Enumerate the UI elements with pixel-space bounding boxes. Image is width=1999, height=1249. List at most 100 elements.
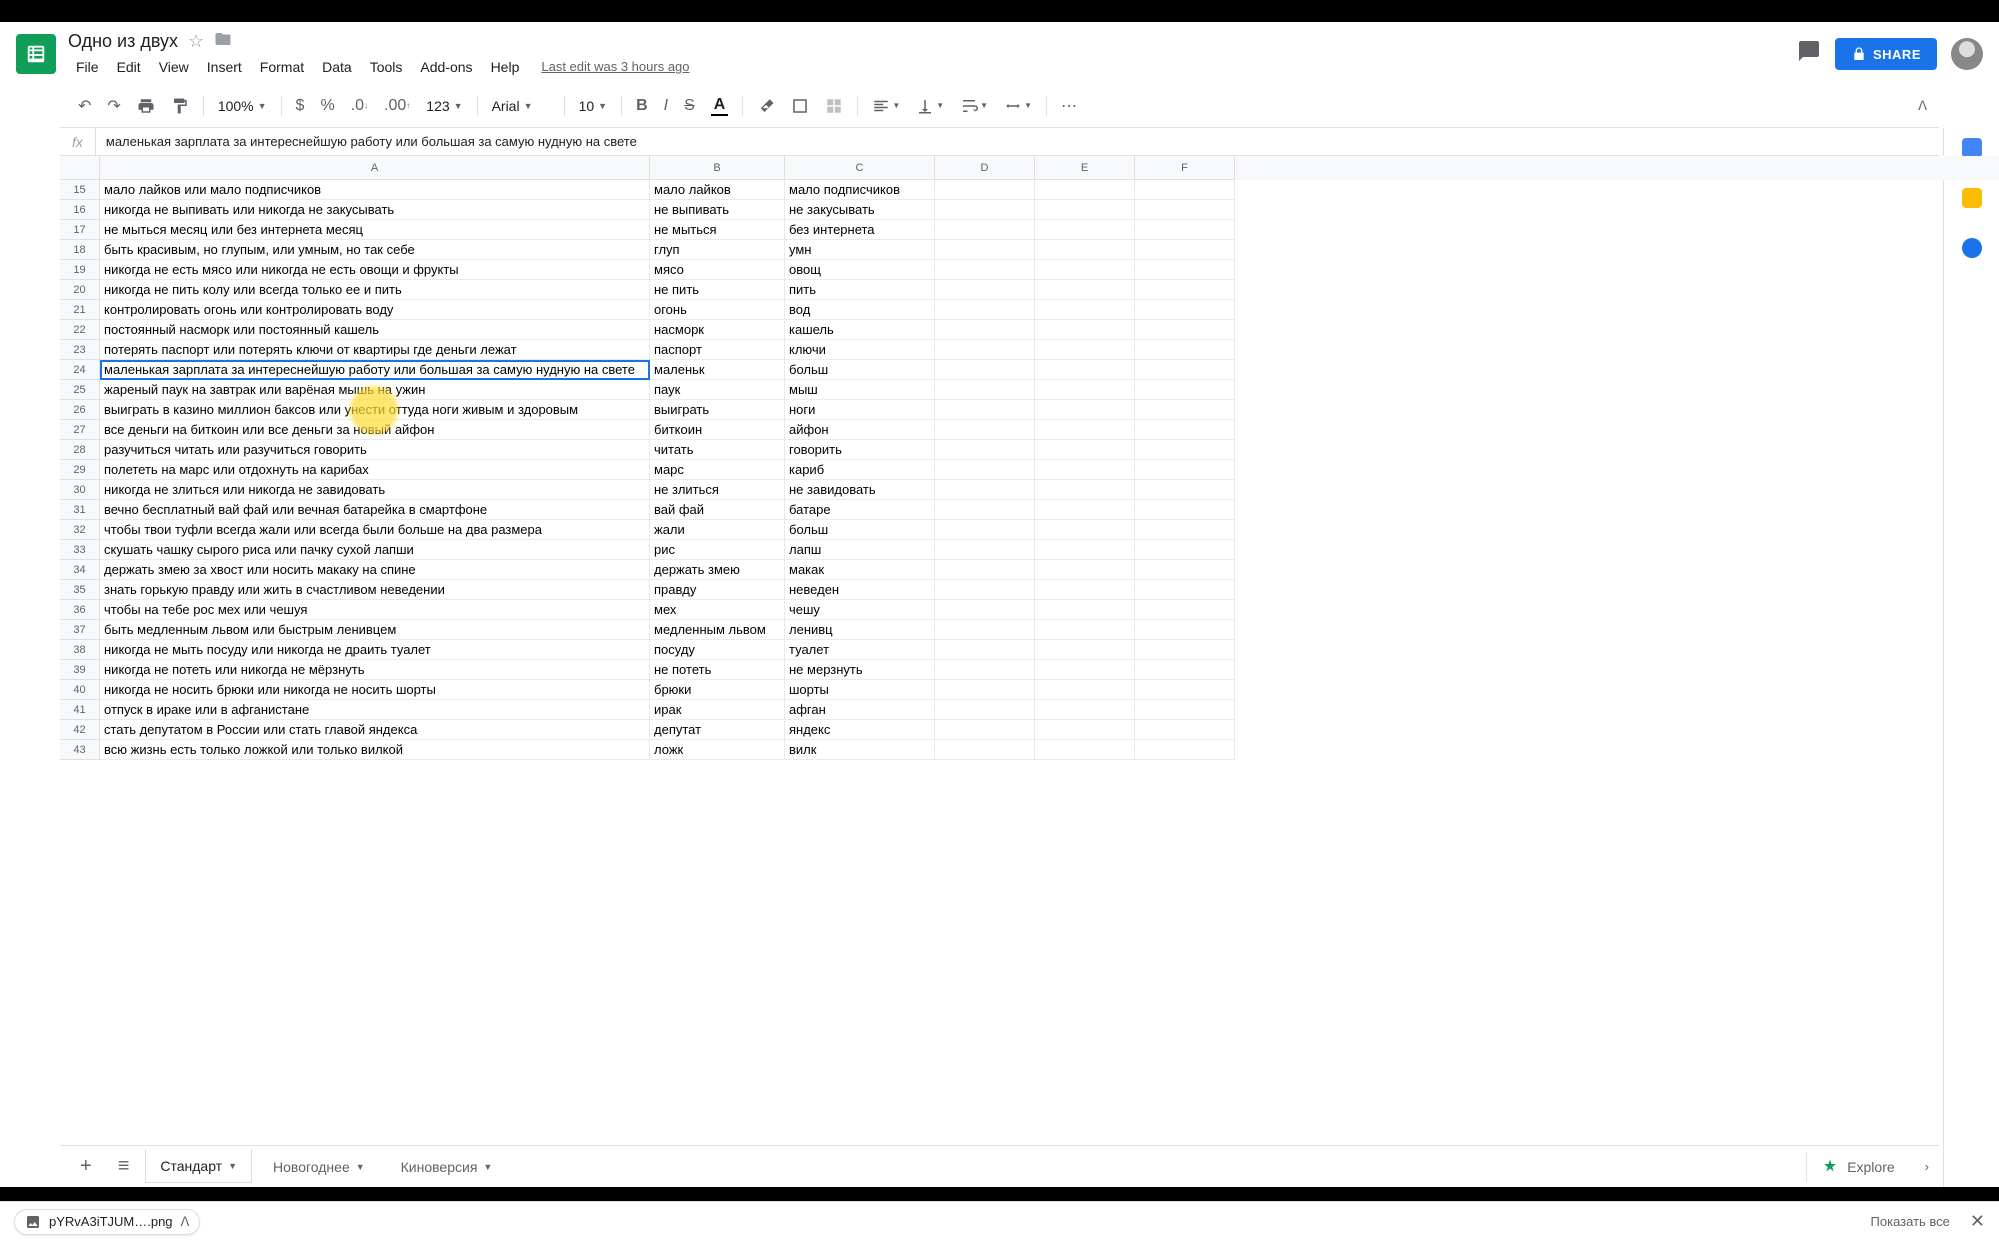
cell[interactable] (1035, 660, 1135, 680)
cell[interactable]: ложк (650, 740, 785, 760)
cell[interactable] (1035, 300, 1135, 320)
row-header[interactable]: 37 (60, 620, 100, 640)
cell[interactable] (935, 560, 1035, 580)
cell[interactable] (935, 340, 1035, 360)
row-header[interactable]: 20 (60, 280, 100, 300)
row-header[interactable]: 18 (60, 240, 100, 260)
row-header[interactable]: 27 (60, 420, 100, 440)
cell[interactable] (1135, 680, 1235, 700)
cell[interactable] (935, 540, 1035, 560)
menu-file[interactable]: File (68, 55, 107, 79)
cell[interactable]: выиграть (650, 400, 785, 420)
cell[interactable]: всю жизнь есть только ложкой или только … (100, 740, 650, 760)
cell[interactable] (1135, 420, 1235, 440)
cell[interactable] (1035, 700, 1135, 720)
cell[interactable]: жали (650, 520, 785, 540)
cell[interactable]: знать горькую правду или жить в счастлив… (100, 580, 650, 600)
cell[interactable]: все деньги на биткоин или все деньги за … (100, 420, 650, 440)
collapse-toolbar-icon[interactable]: ᐱ (1918, 98, 1927, 114)
row-header[interactable]: 36 (60, 600, 100, 620)
cell[interactable] (1035, 600, 1135, 620)
cell[interactable] (1135, 220, 1235, 240)
cell[interactable]: яндекс (785, 720, 935, 740)
col-header-B[interactable]: B (650, 156, 785, 180)
cell[interactable] (935, 260, 1035, 280)
cell[interactable]: мало лайков (650, 180, 785, 200)
cell[interactable] (935, 660, 1035, 680)
cell[interactable]: пить (785, 280, 935, 300)
cell[interactable] (935, 580, 1035, 600)
cell[interactable] (1135, 300, 1235, 320)
cell[interactable]: не мыться месяц или без интернета месяц (100, 220, 650, 240)
cell[interactable]: стать депутатом в России или стать главо… (100, 720, 650, 740)
cell[interactable]: ирак (650, 700, 785, 720)
cell[interactable]: держать змею (650, 560, 785, 580)
percent-icon[interactable]: % (314, 93, 340, 119)
calendar-icon[interactable] (1962, 138, 1982, 158)
cell[interactable]: умн (785, 240, 935, 260)
cell[interactable]: жареный паук на завтрак или варёная мышь… (100, 380, 650, 400)
menu-format[interactable]: Format (252, 55, 312, 79)
cell[interactable]: никогда не носить брюки или никогда не н… (100, 680, 650, 700)
cell[interactable] (1135, 200, 1235, 220)
cell[interactable]: вечно бесплатный вай фай или вечная бата… (100, 500, 650, 520)
download-chevron-icon[interactable]: ᐱ (181, 1214, 190, 1230)
cell[interactable] (1135, 320, 1235, 340)
text-rotation-icon[interactable]: ▼ (998, 93, 1038, 119)
sheets-logo[interactable] (16, 34, 56, 74)
cell[interactable] (1035, 440, 1135, 460)
cell[interactable] (1135, 640, 1235, 660)
row-header[interactable]: 16 (60, 200, 100, 220)
cell[interactable]: быть медленным львом или быстрым ленивце… (100, 620, 650, 640)
sheet-tab-newyear[interactable]: Новогоднее▼ (258, 1150, 380, 1184)
cell[interactable] (1035, 520, 1135, 540)
font-size-dropdown[interactable]: 10▼ (573, 96, 614, 116)
cell[interactable] (935, 520, 1035, 540)
cell[interactable]: никогда не пить колу или всегда только е… (100, 280, 650, 300)
cell[interactable] (1135, 340, 1235, 360)
user-avatar[interactable] (1951, 38, 1983, 70)
cell[interactable]: брюки (650, 680, 785, 700)
cell[interactable]: макак (785, 560, 935, 580)
cell[interactable]: быть красивым, но глупым, или умным, но … (100, 240, 650, 260)
cell[interactable] (1035, 420, 1135, 440)
cell[interactable]: вилк (785, 740, 935, 760)
cell[interactable]: не пить (650, 280, 785, 300)
cell[interactable]: держать змею за хвост или носить макаку … (100, 560, 650, 580)
vertical-align-icon[interactable]: ▼ (910, 93, 950, 119)
row-header[interactable]: 19 (60, 260, 100, 280)
cell[interactable]: ноги (785, 400, 935, 420)
cell[interactable] (1035, 400, 1135, 420)
document-title[interactable]: Одно из двух (68, 31, 178, 52)
grid[interactable]: A B C D E F 15мало лайков или мало подпи… (60, 156, 1999, 1145)
cell[interactable]: читать (650, 440, 785, 460)
increase-decimal-icon[interactable]: .00↑ (378, 93, 416, 119)
horizontal-align-icon[interactable]: ▼ (866, 93, 906, 119)
cell[interactable] (1135, 720, 1235, 740)
cell[interactable]: скушать чашку сырого риса или пачку сухо… (100, 540, 650, 560)
print-icon[interactable] (131, 93, 161, 119)
cell[interactable] (1135, 440, 1235, 460)
cell[interactable] (935, 500, 1035, 520)
last-edit-link[interactable]: Last edit was 3 hours ago (541, 59, 689, 74)
menu-insert[interactable]: Insert (199, 55, 250, 79)
cell[interactable]: без интернета (785, 220, 935, 240)
text-wrap-icon[interactable]: ▼ (954, 93, 994, 119)
row-header[interactable]: 21 (60, 300, 100, 320)
cell[interactable]: айфон (785, 420, 935, 440)
row-header[interactable]: 25 (60, 380, 100, 400)
menu-help[interactable]: Help (483, 55, 528, 79)
add-sheet-icon[interactable]: + (70, 1149, 102, 1184)
row-header[interactable]: 34 (60, 560, 100, 580)
cell[interactable]: ключи (785, 340, 935, 360)
cell[interactable] (1035, 320, 1135, 340)
cell[interactable]: неведен (785, 580, 935, 600)
comments-icon[interactable] (1797, 39, 1821, 69)
cell[interactable] (935, 700, 1035, 720)
cell[interactable]: чтобы на тебе рос мех или чешуя (100, 600, 650, 620)
cell[interactable] (1135, 700, 1235, 720)
cell[interactable] (1035, 180, 1135, 200)
cell[interactable]: не потеть (650, 660, 785, 680)
cell[interactable] (1035, 620, 1135, 640)
share-button[interactable]: SHARE (1835, 38, 1937, 70)
